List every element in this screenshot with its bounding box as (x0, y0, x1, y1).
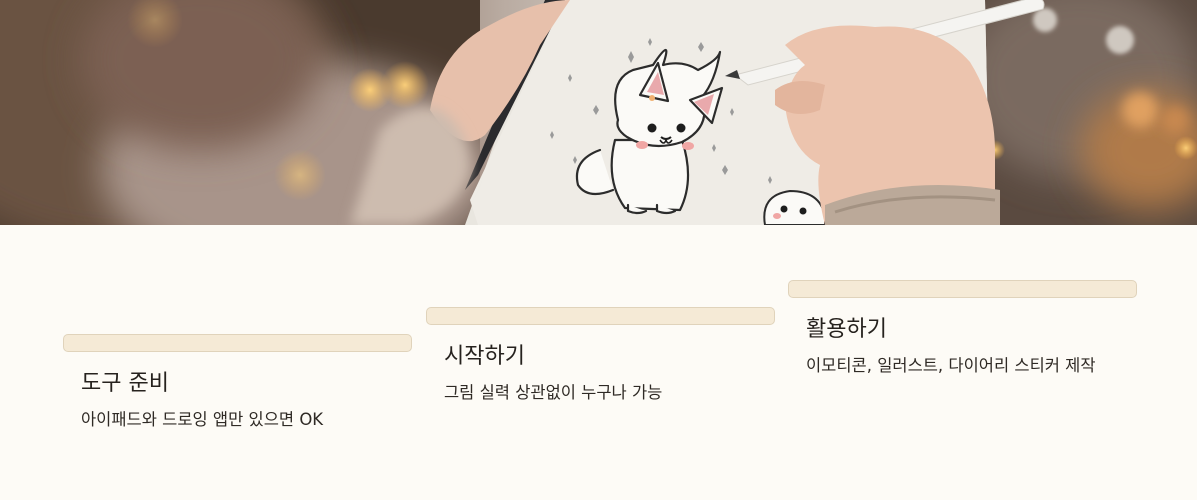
feature-card-tools: 도구 준비 아이패드와 드로잉 앱만 있으면 OK (63, 334, 412, 432)
card-description: 아이패드와 드로잉 앱만 있으면 OK (81, 410, 324, 429)
feature-card-start: 시작하기 그림 실력 상관없이 누구나 가능 (426, 307, 775, 405)
card-title: 도구 준비 (81, 371, 169, 396)
hero-illustration (0, 0, 1197, 225)
hero-image (0, 0, 1197, 225)
card-accent-bar (788, 280, 1137, 298)
card-accent-bar (426, 307, 775, 325)
card-title: 활용하기 (806, 317, 887, 342)
feature-card-usage: 활용하기 이모티콘, 일러스트, 다이어리 스티커 제작 (788, 280, 1137, 378)
card-accent-bar (63, 334, 412, 352)
card-description: 이모티콘, 일러스트, 다이어리 스티커 제작 (806, 356, 1096, 375)
card-title: 시작하기 (444, 344, 525, 369)
card-description: 그림 실력 상관없이 누구나 가능 (444, 383, 663, 402)
